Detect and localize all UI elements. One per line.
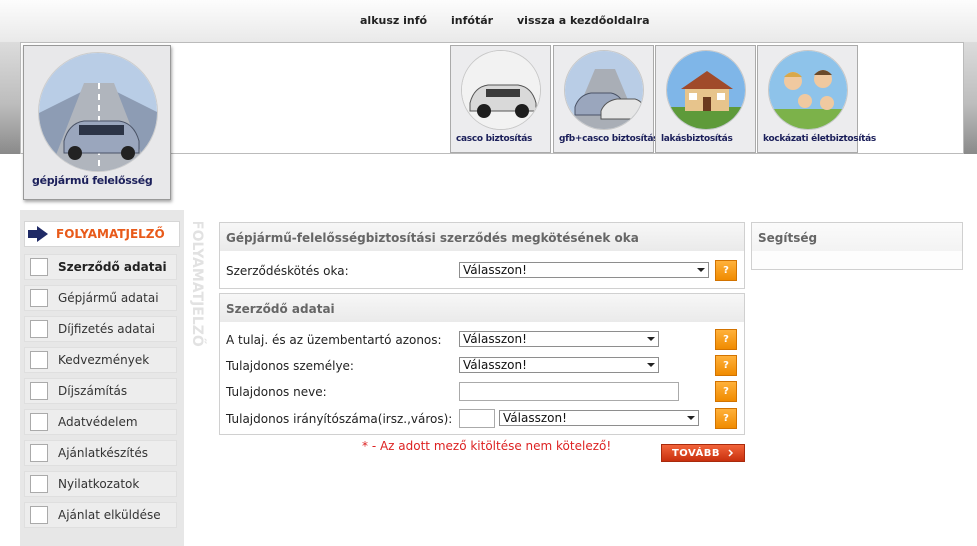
step-ajanlatkeszites[interactable]: Ajánlatkészítés: [24, 440, 177, 466]
step-kedvezmenyek[interactable]: Kedvezmények: [24, 347, 177, 373]
help-panel-title: Segítség: [752, 223, 962, 251]
vertical-progress-label: FOLYAMATJELZŐ: [189, 222, 207, 347]
product-tile-gfb[interactable]: gépjármű felelősség: [23, 45, 171, 200]
chevron-down-icon: [647, 363, 655, 367]
step-checkbox: [30, 320, 48, 338]
field-label: Szerződéskötés oka:: [226, 264, 349, 278]
select-value: Válasszon!: [463, 332, 527, 346]
help-icon[interactable]: ?: [715, 408, 737, 429]
next-button[interactable]: TOVÁBB: [661, 444, 745, 462]
step-checkbox: [30, 506, 48, 524]
step-szerzodo-adatai[interactable]: Szerződő adatai: [24, 254, 177, 280]
step-dijfizetes-adatai[interactable]: Díjfizetés adatai: [24, 316, 177, 342]
chevron-down-icon: [647, 337, 655, 341]
step-checkbox: [30, 444, 48, 462]
family-image: [768, 50, 848, 130]
field-label: Tulajdonos neve:: [226, 385, 327, 399]
product-tile-casco[interactable]: casco biztosítás: [450, 45, 551, 153]
step-checkbox: [30, 351, 48, 369]
help-icon[interactable]: ?: [715, 381, 737, 402]
chevron-down-icon: [697, 268, 705, 272]
step-checkbox: [30, 413, 48, 431]
progress-indicator-header: FOLYAMATJELZŐ: [24, 221, 180, 247]
help-icon[interactable]: ?: [715, 260, 737, 281]
step-checkbox: [30, 382, 48, 400]
progress-heading: FOLYAMATJELZŐ: [56, 227, 165, 241]
step-ajanlat-elkuldese[interactable]: Ajánlat elküldése: [24, 502, 177, 528]
chevron-down-icon: [687, 416, 695, 420]
house-image: [666, 50, 746, 130]
select-value: Válasszon!: [503, 411, 567, 425]
owner-name-input[interactable]: [459, 382, 679, 401]
chevron-right-icon: [728, 449, 734, 457]
panel-title: Gépjármű-felelősségbiztosítási szerződés…: [220, 223, 744, 251]
field-label: Tulajdonos személye:: [226, 359, 354, 373]
step-checkbox: [30, 475, 48, 493]
contract-reason-select[interactable]: Válasszon!: [459, 262, 709, 278]
sports-car-image: [38, 52, 158, 172]
product-tile-gfb-casco[interactable]: gfb+casco biztosítás: [553, 45, 658, 153]
gfb-casco-image: [564, 50, 644, 130]
step-label: Szerződő adatai: [58, 260, 167, 274]
step-label: Ajánlat elküldése: [58, 508, 161, 522]
step-checkbox: [30, 289, 48, 307]
next-button-label: TOVÁBB: [671, 447, 721, 459]
step-dijszamitas[interactable]: Díjszámítás: [24, 378, 177, 404]
select-value: Válasszon!: [463, 358, 527, 372]
tile-label-life: kockázati életbiztosítás: [763, 134, 876, 144]
top-navigation: alkusz infó infótár vissza a kezdőoldalr…: [0, 0, 977, 42]
arrow-right-icon: [28, 226, 48, 242]
step-label: Díjfizetés adatai: [58, 322, 156, 336]
step-checkbox: [30, 258, 48, 276]
step-label: Díjszámítás: [58, 384, 128, 398]
help-icon[interactable]: ?: [715, 355, 737, 376]
select-value: Válasszon!: [463, 263, 527, 277]
nav-link-infotar[interactable]: infótár: [451, 14, 493, 27]
field-label: Tulajdonos irányítószáma(irsz.,város):: [226, 412, 453, 426]
help-icon[interactable]: ?: [715, 329, 737, 350]
optional-field-note: * - Az adott mező kitöltése nem kötelező…: [362, 439, 612, 453]
contractor-data-panel: Szerződő adatai A tulaj. és az üzembenta…: [219, 293, 745, 435]
product-tile-home[interactable]: lakásbiztosítás: [655, 45, 756, 153]
step-gepjarmu-adatai[interactable]: Gépjármű adatai: [24, 285, 177, 311]
step-label: Kedvezmények: [58, 353, 150, 367]
step-label: Nyilatkozatok: [58, 477, 140, 491]
casco-car-image: [461, 50, 541, 130]
step-label: Gépjármű adatai: [58, 291, 159, 305]
tile-label-casco: casco biztosítás: [456, 134, 533, 144]
city-select[interactable]: Válasszon!: [499, 410, 699, 426]
tile-label-gfb-casco: gfb+casco biztosítás: [559, 134, 659, 144]
step-adatvedelem[interactable]: Adatvédelem: [24, 409, 177, 435]
contract-reason-panel: Gépjármű-felelősségbiztosítási szerződés…: [219, 222, 745, 289]
step-label: Adatvédelem: [58, 415, 138, 429]
owner-type-select[interactable]: Válasszon!: [459, 357, 659, 373]
nav-link-back-home[interactable]: vissza a kezdőoldalra: [517, 14, 650, 27]
main-tile-label: gépjármű felelősség: [32, 174, 153, 187]
product-tile-life[interactable]: kockázati életbiztosítás: [757, 45, 876, 153]
step-label: Ajánlatkészítés: [58, 446, 149, 460]
help-panel: Segítség: [751, 222, 963, 270]
zip-code-input[interactable]: [459, 409, 495, 428]
tile-label-home: lakásbiztosítás: [661, 134, 733, 144]
owner-operator-same-select[interactable]: Válasszon!: [459, 331, 659, 347]
step-nyilatkozatok[interactable]: Nyilatkozatok: [24, 471, 177, 497]
field-label: A tulaj. és az üzembentartó azonos:: [226, 333, 442, 347]
panel-title: Szerződő adatai: [220, 294, 744, 322]
svg-text:FOLYAMATJELZŐ: FOLYAMATJELZŐ: [189, 222, 207, 347]
nav-link-alkusz-info[interactable]: alkusz infó: [360, 14, 427, 27]
